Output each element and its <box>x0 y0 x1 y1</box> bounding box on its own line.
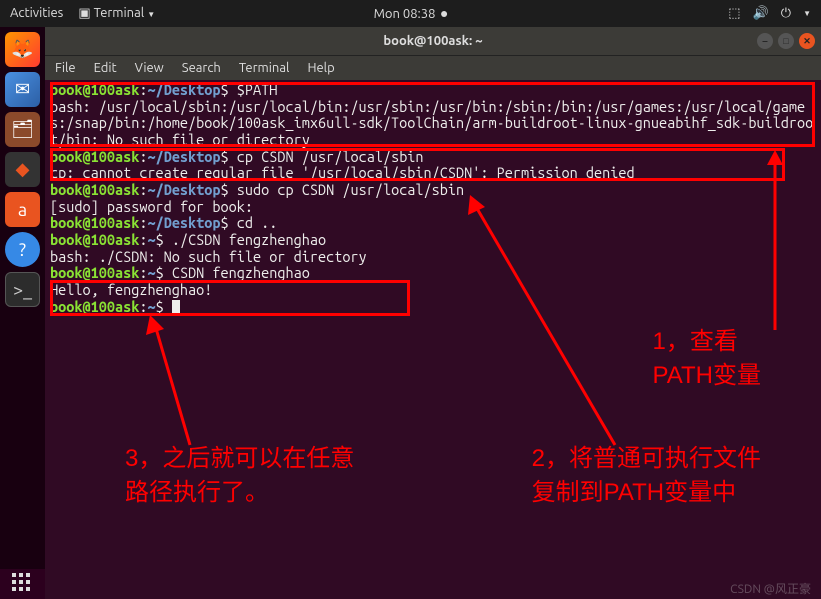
annotation-2: 2，将普通可执行文件 复制到PATH变量中 <box>532 442 761 509</box>
maximize-button[interactable]: □ <box>778 33 794 49</box>
show-applications-icon[interactable] <box>12 573 30 591</box>
menu-edit[interactable]: Edit <box>94 61 117 75</box>
power-icon[interactable]: ⏻ <box>781 6 791 21</box>
terminal-icon[interactable]: >_ <box>5 272 40 307</box>
close-button[interactable]: ✕ <box>799 33 815 49</box>
minimize-button[interactable]: ‒ <box>757 33 773 49</box>
volume-icon[interactable]: 🔊 <box>753 6 769 21</box>
amazon-icon[interactable]: a <box>5 192 40 227</box>
output-sudo: [sudo] password for book: <box>50 199 816 216</box>
help-icon[interactable]: ? <box>5 232 40 267</box>
annotation-3: 3，之后就可以在任意 路径执行了。 <box>125 442 354 509</box>
firefox-icon[interactable]: 🦊 <box>5 32 40 67</box>
menu-search[interactable]: Search <box>182 61 221 75</box>
app-menu[interactable]: ▣ Terminal ▼ <box>78 6 155 21</box>
files-icon[interactable]: 🗂 <box>5 112 40 147</box>
clock[interactable]: Mon 08:38 <box>374 7 436 21</box>
menu-terminal[interactable]: Terminal <box>239 61 290 75</box>
launcher-dock: 🦊 ✉ 🗂 ◆ a ? >_ <box>0 27 45 569</box>
output-nofile: bash: ./CSDN: No such file or directory <box>50 249 816 266</box>
terminal-window: book@100ask: ~ ‒ □ ✕ File Edit View Sear… <box>45 27 821 599</box>
activities-button[interactable]: Activities <box>10 6 63 21</box>
notification-dot <box>441 11 447 17</box>
software-icon[interactable]: ◆ <box>5 152 40 187</box>
system-menu-arrow[interactable]: ▼ <box>803 9 811 18</box>
thunderbird-icon[interactable]: ✉ <box>5 72 40 107</box>
terminal-menubar: File Edit View Search Terminal Help <box>45 55 821 80</box>
output-hello: Hello, fengzhenghao! <box>50 282 816 299</box>
window-title: book@100ask: ~ <box>383 34 482 48</box>
output-path: bash: /usr/local/sbin:/usr/local/bin:/us… <box>50 99 816 149</box>
menu-help[interactable]: Help <box>307 61 334 75</box>
watermark: CSDN @风正豪 <box>730 580 811 597</box>
arrow-3 <box>140 315 220 450</box>
output-cp-denied: cp: cannot create regular file '/usr/loc… <box>50 165 816 182</box>
terminal-content[interactable]: book@100ask:~/Desktop$ $PATH bash: /usr/… <box>45 80 821 317</box>
menu-view[interactable]: View <box>135 61 164 75</box>
network-icon[interactable]: ⬚ <box>728 6 740 21</box>
gnome-topbar: Activities ▣ Terminal ▼ Mon 08:38 ⬚ 🔊 ⏻ … <box>0 0 821 27</box>
window-titlebar[interactable]: book@100ask: ~ ‒ □ ✕ <box>45 27 821 55</box>
annotation-1: 1，查看 PATH变量 <box>653 325 761 392</box>
cursor <box>172 300 180 315</box>
menu-file[interactable]: File <box>55 61 76 75</box>
